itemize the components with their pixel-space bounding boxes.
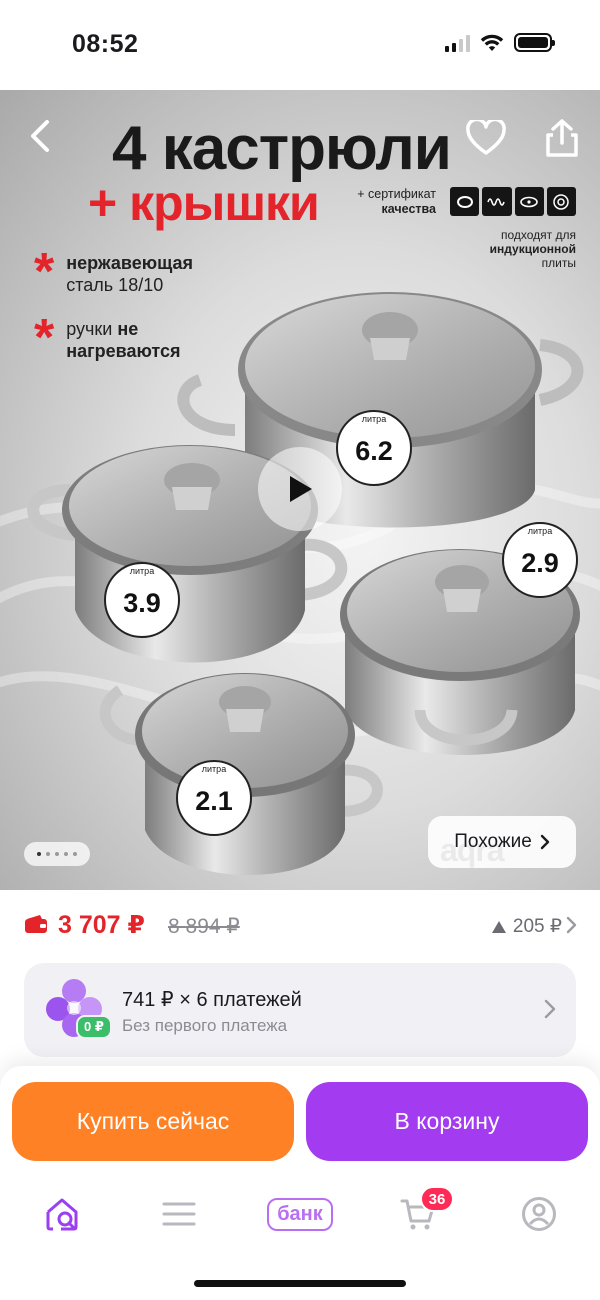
promo-title: 4 кастрюли — [112, 114, 452, 183]
home-search-icon — [46, 1198, 78, 1231]
heart-icon — [466, 120, 506, 155]
tab-bank[interactable]: банк — [258, 1182, 342, 1246]
profile-icon — [522, 1197, 556, 1231]
feature-2-bold: не — [117, 319, 139, 339]
svg-text:2.1: 2.1 — [195, 786, 233, 816]
points-value: 205 ₽ — [512, 916, 562, 937]
induction-line-2: индукционной — [489, 242, 576, 256]
volume-badge-3-9: литра 3.9 — [104, 562, 180, 638]
installment-title: 741 ₽ × 6 платежей — [122, 989, 302, 1011]
battery-icon — [514, 33, 555, 52]
chevron-left-icon — [31, 120, 49, 152]
certificate-line-2: качества — [381, 202, 437, 216]
induction-line-1: подходят для — [500, 228, 576, 242]
svg-text:2.9: 2.9 — [521, 548, 559, 578]
chevron-right-icon — [540, 834, 549, 850]
status-time: 08:52 — [72, 30, 139, 58]
pagination-dot — [64, 852, 68, 856]
volume-badge-2-1: литра 2.1 — [176, 760, 252, 836]
gas-stove-icon — [450, 187, 480, 216]
status-icons — [445, 33, 555, 52]
induction-line-3: плиты — [541, 256, 576, 270]
feature-2-text-a: ручки — [66, 319, 113, 339]
feature-handles: * ручки не нагреваются — [34, 309, 181, 367]
bottom-panel: Купить сейчас В корзину банк 36 — [0, 1066, 600, 1300]
tab-bar: банк 36 — [0, 1182, 600, 1246]
feature-1-bold: нержавеющая — [66, 253, 194, 273]
electric-coil-icon — [482, 187, 512, 216]
svg-text:литра: литра — [130, 566, 154, 576]
cellular-signal-icon — [445, 34, 470, 52]
volume-badge-2-9: литра 2.9 — [502, 522, 578, 598]
cart-count-badge: 36 — [420, 1186, 454, 1212]
red-asterisk-icon: * — [34, 243, 55, 301]
bank-label: банк — [267, 1197, 333, 1231]
feature-1-text: сталь 18/10 — [66, 275, 164, 295]
product-image-gallery[interactable]: литра 6.2 литра 3.9 литра 2.9 литра 2.1 … — [0, 90, 600, 890]
ceramic-stove-icon — [514, 187, 544, 216]
chevron-right-icon — [544, 999, 556, 1019]
svg-text:литра: литра — [528, 526, 552, 536]
pagination-dot — [73, 852, 77, 856]
promo-subtitle: + крышки — [88, 175, 320, 231]
play-icon — [290, 476, 312, 502]
share-button[interactable] — [540, 114, 584, 162]
svg-text:3.9: 3.9 — [123, 588, 161, 618]
old-price: 8 894 ₽ — [168, 915, 240, 938]
red-asterisk-icon: * — [34, 309, 55, 367]
pagination-dot — [46, 852, 50, 856]
certificate-line-1: + сертификат — [357, 187, 436, 201]
tab-profile[interactable] — [507, 1182, 571, 1246]
back-button[interactable] — [18, 114, 62, 158]
points-link[interactable]: 205 ₽ — [491, 915, 562, 938]
pagination-dot — [37, 852, 41, 856]
current-price: 3 707 ₽ — [58, 911, 145, 939]
home-indicator — [194, 1280, 406, 1287]
svg-text:литра: литра — [202, 764, 226, 774]
add-to-cart-button[interactable]: В корзину — [306, 1082, 588, 1161]
installment-card[interactable]: 0 ₽ 741 ₽ × 6 платежей Без первого плате… — [24, 963, 576, 1057]
installment-subtitle: Без первого платежа — [122, 1016, 288, 1035]
wallet-icon — [25, 915, 47, 933]
share-icon — [546, 119, 578, 157]
gallery-pagination — [24, 842, 90, 866]
triangle-up-icon — [491, 920, 506, 933]
similar-label: Похожие — [454, 831, 532, 852]
price-row: 3 707 ₽ 8 894 ₽ 205 ₽ — [0, 890, 600, 962]
buy-now-button[interactable]: Купить сейчас — [12, 1082, 294, 1161]
svg-text:6.2: 6.2 — [355, 436, 393, 466]
similar-products-button[interactable]: Похожие — [428, 816, 576, 868]
tab-home[interactable] — [30, 1182, 94, 1246]
pagination-dot — [55, 852, 59, 856]
feature-2-text-b: нагреваются — [66, 341, 181, 361]
catalog-menu-icon — [162, 1202, 196, 1226]
feature-stainless: * нержавеющая сталь 18/10 — [34, 243, 194, 301]
svg-text:литра: литра — [362, 414, 386, 424]
chevron-right-icon[interactable] — [566, 916, 578, 934]
status-bar: 08:52 — [0, 0, 600, 90]
wifi-icon — [480, 34, 504, 51]
certificate-note: + сертификат качества — [352, 187, 436, 217]
induction-icon — [546, 187, 576, 216]
favorite-button[interactable] — [462, 114, 510, 162]
tab-cart[interactable]: 36 — [386, 1182, 454, 1246]
volume-badge-6-2: литра 6.2 — [336, 410, 412, 486]
play-video-button[interactable] — [258, 447, 342, 531]
induction-note: подходят для индукционной плиты — [440, 228, 576, 270]
tab-catalog[interactable] — [147, 1182, 211, 1246]
stove-type-icons — [450, 187, 576, 216]
zero-payment-badge: 0 ₽ — [76, 1015, 112, 1039]
